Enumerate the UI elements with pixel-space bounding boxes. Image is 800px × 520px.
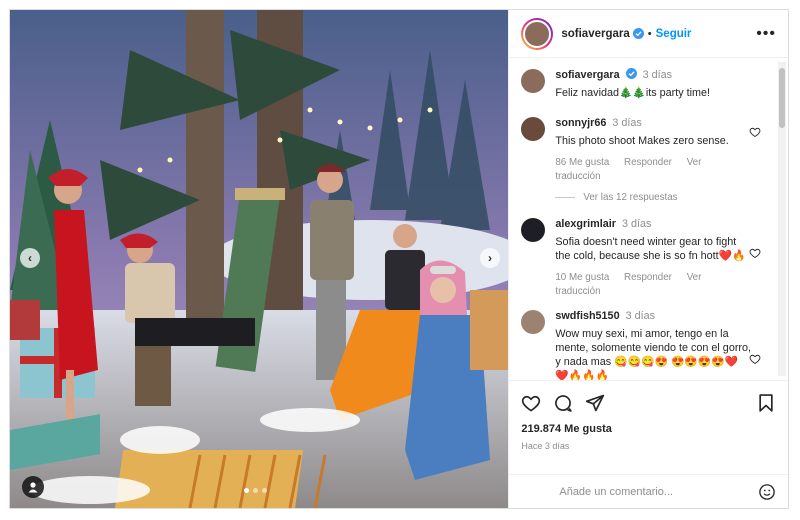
replies-line: [555, 197, 576, 198]
caption: sofiavergara 3 días Feliz navidad🎄🎄its p…: [521, 68, 776, 100]
comment-item: sonnyjr66 3 días This photo shoot Makes …: [521, 116, 776, 184]
author-username[interactable]: sofiavergara: [561, 28, 629, 40]
comment-composer: [509, 474, 788, 508]
post-dialog: ‹ › sofiavergara • Seguir ••• sofiaverga…: [9, 9, 789, 509]
emoji-icon[interactable]: [758, 483, 776, 501]
christmas-party-photo: [10, 10, 509, 508]
send-icon[interactable]: [585, 393, 605, 413]
commenter-username[interactable]: swdfish5150: [555, 310, 619, 322]
person-tag-icon: [28, 482, 38, 493]
post-sidebar: sofiavergara • Seguir ••• sofiavergara 3…: [508, 10, 788, 508]
bookmark-icon[interactable]: [756, 393, 776, 413]
comment-like-icon[interactable]: [749, 126, 761, 138]
post-header: sofiavergara • Seguir •••: [509, 10, 788, 58]
caption-text: Feliz navidad🎄🎄its party time!: [555, 87, 711, 99]
comments-list[interactable]: sofiavergara 3 días Feliz navidad🎄🎄its p…: [509, 58, 788, 380]
tagged-people-button[interactable]: [22, 476, 44, 498]
more-options-icon[interactable]: •••: [756, 25, 776, 43]
scrollbar-thumb[interactable]: [779, 68, 785, 128]
carousel-indicator: [244, 488, 267, 493]
caption-time[interactable]: 3 días: [643, 69, 672, 81]
carousel-dot: [262, 488, 267, 493]
commenter-avatar[interactable]: [521, 310, 546, 334]
comment-time[interactable]: 3 días: [626, 310, 655, 322]
reply-button[interactable]: Responder: [624, 272, 672, 283]
commenter-avatar[interactable]: [521, 117, 546, 141]
heart-icon[interactable]: [521, 393, 541, 413]
comment-time[interactable]: 3 días: [622, 218, 651, 230]
comment-text: Sofia doesn't need winter gear to fight …: [555, 236, 746, 262]
follow-button[interactable]: Seguir: [656, 28, 692, 40]
carousel-dot: [244, 488, 249, 493]
view-replies-label[interactable]: Ver las 12 respuestas: [583, 192, 677, 203]
commenter-avatar[interactable]: [521, 218, 546, 242]
next-photo-button[interactable]: ›: [480, 248, 500, 268]
comment-text: Wow muy sexi, mi amor, tengo en la mente…: [555, 328, 752, 380]
post-age[interactable]: Hace 3 días: [521, 441, 776, 451]
likes-count[interactable]: 219.874 Me gusta: [521, 423, 776, 435]
verified-badge-icon: [632, 28, 644, 39]
author-avatar[interactable]: [521, 17, 554, 50]
caption-username[interactable]: sofiavergara: [555, 69, 619, 81]
comment-input[interactable]: [559, 485, 758, 498]
comment-time[interactable]: 3 días: [612, 117, 641, 129]
commenter-username[interactable]: sonnyjr66: [555, 117, 606, 129]
chevron-right-icon: ›: [488, 251, 492, 265]
comment-item: swdfish5150 3 días Wow muy sexi, mi amor…: [521, 309, 776, 380]
comment-like-icon[interactable]: [749, 353, 761, 365]
comment-likes[interactable]: 86 Me gusta: [555, 157, 609, 168]
comment-like-icon[interactable]: [749, 247, 761, 259]
comment-icon[interactable]: [553, 393, 573, 413]
comment-item: alexgrimlair 3 días Sofia doesn't need w…: [521, 217, 776, 299]
verified-badge-icon: [625, 68, 637, 79]
previous-photo-button[interactable]: ‹: [20, 248, 40, 268]
post-actions: 219.874 Me gusta Hace 3 días: [509, 380, 788, 474]
commenter-username[interactable]: alexgrimlair: [555, 218, 616, 230]
comment-likes[interactable]: 10 Me gusta: [555, 272, 609, 283]
carousel-dot: [253, 488, 258, 493]
separator-dot: •: [647, 27, 652, 40]
author-avatar-small[interactable]: [521, 69, 546, 93]
view-replies-button[interactable]: Ver las 12 respuestas: [555, 192, 776, 203]
comments-scrollbar[interactable]: [778, 62, 786, 376]
chevron-left-icon: ‹: [28, 251, 32, 265]
reply-button[interactable]: Responder: [624, 157, 672, 168]
comment-text: This photo shoot Makes zero sense.: [555, 135, 729, 147]
post-photo[interactable]: ‹ ›: [10, 10, 509, 508]
